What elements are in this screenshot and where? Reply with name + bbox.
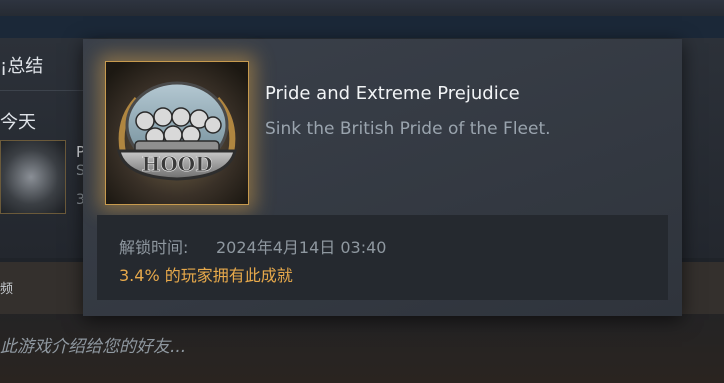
recommend-input[interactable]: 此游戏介绍给您的好友... bbox=[0, 332, 186, 357]
rarity-text: 3.4% 的玩家拥有此成就 bbox=[119, 266, 293, 285]
lower-bar-label: 频 bbox=[0, 282, 14, 297]
unlock-info-box: 解锁时间: 2024年4月14日 03:40 3.4% 的玩家拥有此成就 bbox=[97, 215, 668, 300]
achievement-tooltip: HOOD Pride and Extreme Prejudice Sink th… bbox=[83, 39, 682, 316]
top-bar bbox=[0, 0, 724, 16]
hood-ship-crew-icon: HOOD bbox=[105, 61, 249, 205]
achievement-title: Pride and Extreme Prejudice bbox=[265, 83, 520, 104]
recent-achievement-icon[interactable] bbox=[0, 140, 66, 214]
icon-lettering: HOOD bbox=[141, 152, 212, 176]
section-title: ¡总结 bbox=[0, 56, 44, 77]
unlock-label: 解锁时间: bbox=[119, 238, 189, 257]
today-heading: 今天 bbox=[0, 112, 36, 133]
achievement-description: Sink the British Pride of the Fleet. bbox=[265, 119, 551, 139]
unlock-time: 2024年4月14日 03:40 bbox=[216, 238, 387, 257]
